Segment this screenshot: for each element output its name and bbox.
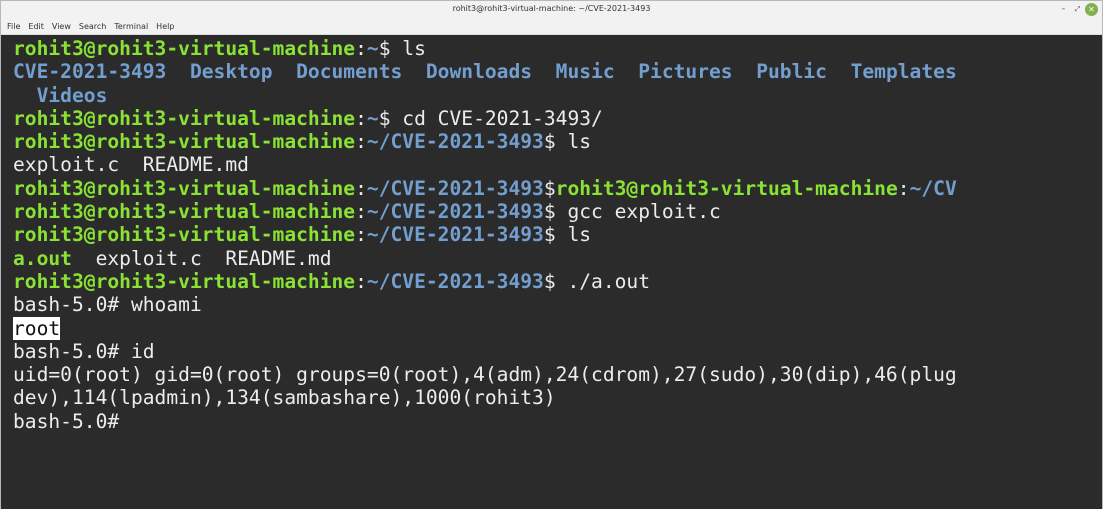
- terminal-line: Videos: [13, 84, 1102, 107]
- terminal-line: bash-5.0# id: [13, 340, 1102, 363]
- terminal-segment-plain: :: [355, 223, 367, 247]
- terminal-segment-plain: [13, 84, 37, 107]
- terminal-segment-prompt: rohit3@rohit3-virtual-machine: [13, 200, 356, 224]
- terminal-segment-dir: Pictures: [638, 60, 733, 84]
- terminal-segment-dir: Templates: [850, 60, 957, 84]
- terminal-segment-dir: Music: [555, 60, 615, 84]
- terminal-segment-plain: bash-5.0# whoami: [13, 293, 202, 317]
- terminal-segment-plain: exploit.c README.md: [71, 246, 332, 270]
- menu-file[interactable]: File: [7, 22, 20, 31]
- minimize-icon[interactable]: -: [1057, 3, 1070, 16]
- terminal-segment-prompt: rohit3@rohit3-virtual-machine: [13, 106, 356, 130]
- terminal-segment-plain: :: [355, 269, 367, 293]
- terminal-segment-plain: :: [897, 176, 910, 200]
- terminal-segment-exec: a.out: [13, 246, 72, 270]
- terminal-segment-dir: Downloads: [425, 60, 533, 84]
- terminal-segment-prompt: rohit3@rohit3-virtual-machine: [13, 223, 356, 247]
- terminal-segment-prompt: rohit3@rohit3-virtual-machine: [13, 269, 356, 293]
- menu-bar: File Edit View Search Terminal Help: [1, 19, 1102, 35]
- terminal-segment-plain: :: [355, 176, 367, 200]
- terminal-segment-plain: [532, 60, 556, 83]
- terminal-segment-plain: $ cd CVE-2021-3493/: [378, 106, 603, 130]
- terminal-line: root: [13, 316, 1102, 340]
- terminal-segment-plain: [166, 60, 190, 83]
- terminal-line: uid=0(root) gid=0(root) groups=0(root),4…: [13, 363, 1102, 386]
- window-title: rohit3@rohit3-virtual-machine: ~/CVE-202…: [452, 4, 651, 13]
- terminal-segment-path: ~/CVE-2021-3493: [366, 130, 544, 154]
- terminal-segment-plain: [733, 60, 757, 83]
- terminal-segment-dir: Public: [756, 60, 827, 84]
- terminal-segment-plain: $ ./a.out: [543, 269, 651, 293]
- terminal-line: rohit3@rohit3-virtual-machine:~$ ls: [13, 37, 1102, 60]
- close-icon[interactable]: ✕: [1085, 3, 1098, 16]
- terminal-segment-path: ~/CVE-2021-3493: [366, 223, 544, 247]
- terminal-segment-plain: $ ls: [378, 37, 426, 60]
- terminal-line: dev),114(lpadmin),134(sambashare),1000(r…: [13, 386, 1102, 409]
- terminal-segment-path: ~/CVE-2021-3493: [366, 176, 544, 200]
- terminal-segment-plain: :: [355, 130, 367, 154]
- terminal-segment-dir: Documents: [296, 60, 403, 84]
- terminal-segment-plain: dev),114(lpadmin),134(sambashare),1000(r…: [13, 386, 556, 410]
- terminal-line: CVE-2021-3493 Desktop Documents Download…: [13, 60, 1102, 83]
- menu-terminal[interactable]: Terminal: [114, 22, 148, 31]
- terminal-segment-plain: $ ls: [543, 223, 592, 247]
- terminal-segment-prompt: rohit3@rohit3-virtual-machine: [555, 176, 898, 200]
- terminal-line: rohit3@rohit3-virtual-machine:~/CVE-2021…: [13, 270, 1102, 293]
- terminal-segment-dir: Desktop: [189, 60, 273, 84]
- title-bar[interactable]: rohit3@rohit3-virtual-machine: ~/CVE-202…: [1, 1, 1102, 19]
- terminal-line: rohit3@rohit3-virtual-machine:~/CVE-2021…: [13, 200, 1102, 223]
- terminal-segment-plain: [402, 60, 426, 83]
- terminal-segment-path: ~: [366, 37, 379, 60]
- terminal-segment-plain: :: [355, 106, 367, 130]
- terminal-line: a.out exploit.c README.md: [13, 247, 1102, 270]
- menu-search[interactable]: Search: [79, 22, 106, 31]
- terminal-segment-path: ~/CVE-2021-3493: [366, 269, 544, 293]
- terminal-segment-plain: bash-5.0#: [13, 409, 131, 433]
- terminal-segment-plain: :: [355, 200, 367, 224]
- terminal-window: rohit3@rohit3-virtual-machine: ~/CVE-202…: [0, 0, 1103, 509]
- terminal-line: rohit3@rohit3-virtual-machine:~$ cd CVE-…: [13, 107, 1102, 130]
- terminal-segment-plain: [827, 60, 851, 83]
- terminal-segment-plain: uid=0(root) gid=0(root) groups=0(root),4…: [13, 363, 957, 387]
- terminal-segment-plain: :: [355, 37, 367, 60]
- terminal-segment-plain: exploit.c README.md: [13, 153, 249, 177]
- menu-edit[interactable]: Edit: [28, 22, 44, 31]
- terminal-segment-path: ~: [366, 106, 379, 130]
- terminal-line: bash-5.0# whoami: [13, 293, 1102, 316]
- terminal-output[interactable]: rohit3@rohit3-virtual-machine:~$ ls CVE-2…: [1, 35, 1102, 509]
- terminal-line: rohit3@rohit3-virtual-machine:~/CVE-2021…: [13, 223, 1102, 246]
- terminal-line: rohit3@rohit3-virtual-machine:~/CVE-2021…: [13, 130, 1102, 153]
- terminal-segment-plain: $ ls: [543, 130, 592, 154]
- terminal-segment-prompt: rohit3@rohit3-virtual-machine: [13, 37, 356, 60]
- terminal-segment-plain: $ gcc exploit.c: [543, 200, 721, 224]
- terminal-segment-dir: Videos: [36, 83, 108, 107]
- terminal-segment-path: ~/CVE-2021-3493: [366, 200, 544, 224]
- maximize-icon[interactable]: ⤢: [1071, 3, 1084, 16]
- terminal-segment-prompt: rohit3@rohit3-virtual-machine: [13, 130, 356, 154]
- terminal-line: exploit.c README.md: [13, 153, 1102, 176]
- terminal-segment-plain: [273, 60, 297, 83]
- terminal-segment-plain: bash-5.0# id: [13, 339, 155, 363]
- terminal-line: rohit3@rohit3-virtual-machine:~/CVE-2021…: [13, 177, 1102, 200]
- terminal-line: bash-5.0#: [13, 410, 1102, 433]
- menu-view[interactable]: View: [52, 22, 71, 31]
- terminal-segment-plain: $: [543, 176, 556, 200]
- menu-help[interactable]: Help: [156, 22, 174, 31]
- terminal-segment-dir: CVE-2021-3493: [13, 60, 167, 84]
- terminal-segment-prompt: rohit3@rohit3-virtual-machine: [13, 176, 356, 200]
- terminal-segment-path: ~/CV: [909, 176, 957, 200]
- terminal-segment-sel: root: [13, 316, 61, 340]
- terminal-segment-plain: [615, 60, 639, 83]
